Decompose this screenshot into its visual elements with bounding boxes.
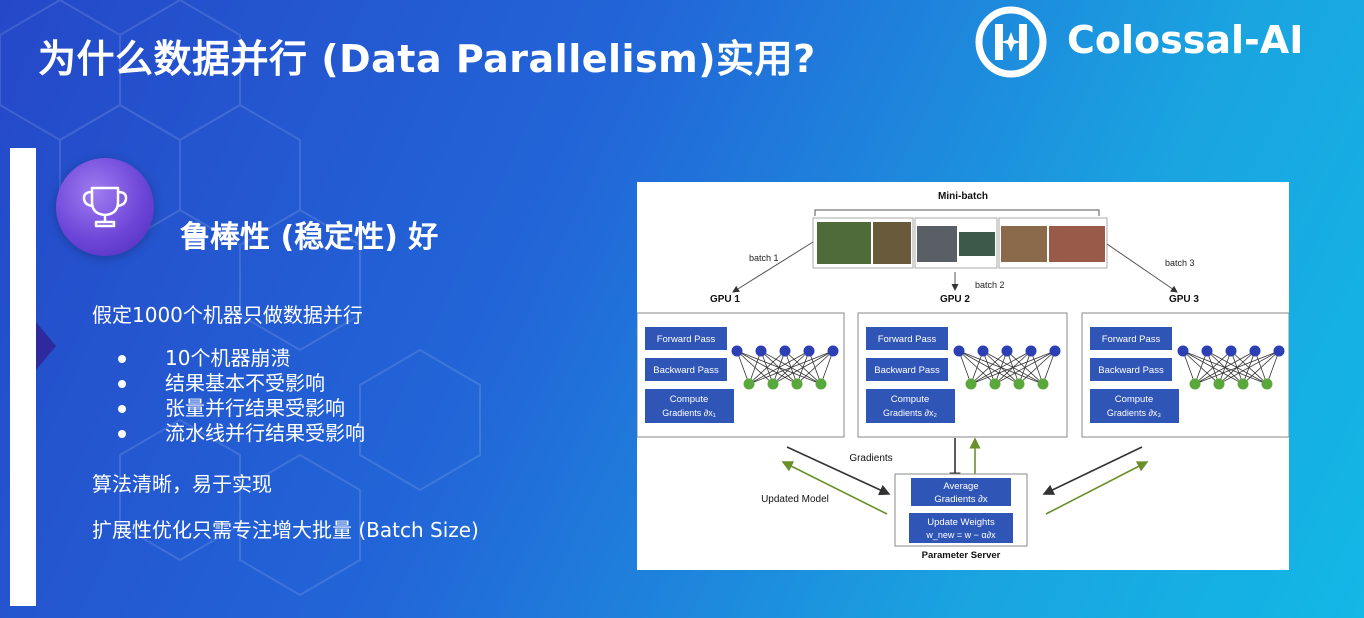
compute-label: Compute [670,394,709,405]
gpu-panel-1: Forward Pass Backward Pass Compute Gradi… [636,312,845,438]
point-scalability: 扩展性优化只需专注增大批量 (Batch Size) [92,518,479,542]
compute-label: Compute [891,394,930,405]
data-parallel-diagram: Mini-batch batch 1 batch 2 batch 3 GPU 1… [636,182,1290,570]
network-node-input [803,345,815,357]
slide-title: 为什么数据并行 (Data Parallelism)实用? [38,37,816,81]
updated-model-label: Updated Model [761,494,829,505]
section-heading: 鲁棒性 (稳定性) 好 [180,220,439,255]
network-node-input [1049,345,1061,357]
backward-pass-label: Backward Pass [874,365,940,376]
backward-pass-label: Backward Pass [1098,365,1164,376]
bullet-text: 张量并行结果受影响 [165,396,345,420]
parameter-server: Average Gradients ∂x Update Weights w_ne… [894,473,1028,547]
indicator-arrow-icon [36,322,56,370]
backward-pass-label: Backward Pass [653,365,719,376]
network-node-input [1225,345,1237,357]
average-label: Average [943,481,978,492]
network-node-input [731,345,743,357]
batch-images [812,217,1108,269]
network-node-input [755,345,767,357]
batch-label-3: batch 3 [1165,258,1195,268]
gpu-panel-3: Forward Pass Backward Pass Compute Gradi… [1081,312,1290,438]
batch-label-2: batch 2 [975,280,1005,290]
network-node-input [779,345,791,357]
gradients-label: Gradients ∂x₃ [1107,408,1161,418]
logo-text: Colossal-AI [1067,18,1304,62]
bullet-text: 流水线并行结果受影响 [165,421,365,445]
bullet-list: 10个机器崩溃 结果基本不受影响 张量并行结果受影响 流水线并行结果受影响 [118,346,365,446]
list-item: 流水线并行结果受影响 [118,421,365,446]
network-node-output [1189,378,1201,390]
list-item: 结果基本不受影响 [118,371,365,396]
point-algorithm: 算法清晰，易于实现 [92,472,272,496]
network-node-input [953,345,965,357]
network-node-input [1249,345,1261,357]
bullet-dot [118,355,126,363]
parameter-server-label: Parameter Server [922,550,1001,561]
network-node-input [977,345,989,357]
trophy-icon [82,186,128,228]
forward-pass-label: Forward Pass [1102,334,1161,345]
network-node-output [989,378,1001,390]
network-node-output [767,378,779,390]
bullet-dot [118,430,126,438]
list-item: 张量并行结果受影响 [118,396,365,421]
update-formula-label: w_new = w − α∂x [925,530,996,540]
forward-pass-label: Forward Pass [657,334,716,345]
gradients-arrow-label: Gradients [849,453,892,464]
network-node-input [1177,345,1189,357]
gpu-panel-2: Forward Pass Backward Pass Compute Gradi… [857,312,1068,438]
average-gradients-label: Gradients ∂x [934,494,988,505]
batch-label-1: batch 1 [749,253,779,263]
gradients-label: Gradients ∂x₁ [662,408,716,418]
network-node-output [1213,378,1225,390]
network-node-output [965,378,977,390]
network-node-input [827,345,839,357]
network-node-output [791,378,803,390]
network-node-output [743,378,755,390]
compute-label: Compute [1115,394,1154,405]
gradients-label: Gradients ∂x₂ [883,408,937,418]
bullet-dot [118,405,126,413]
bullet-text: 10个机器崩溃 [165,346,291,370]
left-accent-bar [10,148,36,606]
forward-pass-label: Forward Pass [878,334,937,345]
gpu-label-2: GPU 2 [940,294,970,305]
gpu-label-3: GPU 3 [1169,294,1199,305]
bullet-dot [118,380,126,388]
premise-text: 假定1000个机器只做数据并行 [92,303,363,327]
network-node-output [1013,378,1025,390]
colossal-ai-logo-icon [975,6,1047,78]
network-node-output [1037,378,1049,390]
update-weights-label: Update Weights [927,517,995,528]
bullet-text: 结果基本不受影响 [165,371,325,395]
list-item: 10个机器崩溃 [118,346,365,371]
trophy-badge [56,158,154,256]
network-node-input [1201,345,1213,357]
network-node-input [1273,345,1285,357]
network-node-output [815,378,827,390]
minibatch-label: Mini-batch [938,191,988,202]
logo: Colossal-AI [975,6,1355,78]
network-node-input [1001,345,1013,357]
network-node-input [1025,345,1037,357]
network-node-output [1261,378,1273,390]
gpu-label-1: GPU 1 [710,294,740,305]
network-node-output [1237,378,1249,390]
